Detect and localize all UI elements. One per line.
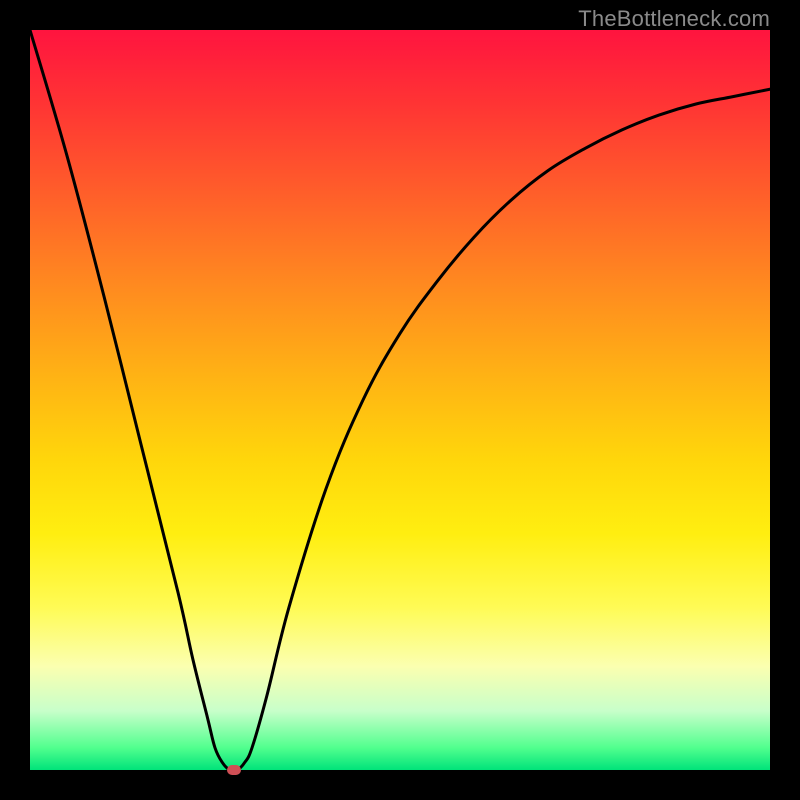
curve-svg [30,30,770,770]
curve-line [30,30,770,770]
marker-dot [227,765,241,775]
watermark-text: TheBottleneck.com [578,6,770,32]
chart-frame: TheBottleneck.com [0,0,800,800]
plot-area [30,30,770,770]
